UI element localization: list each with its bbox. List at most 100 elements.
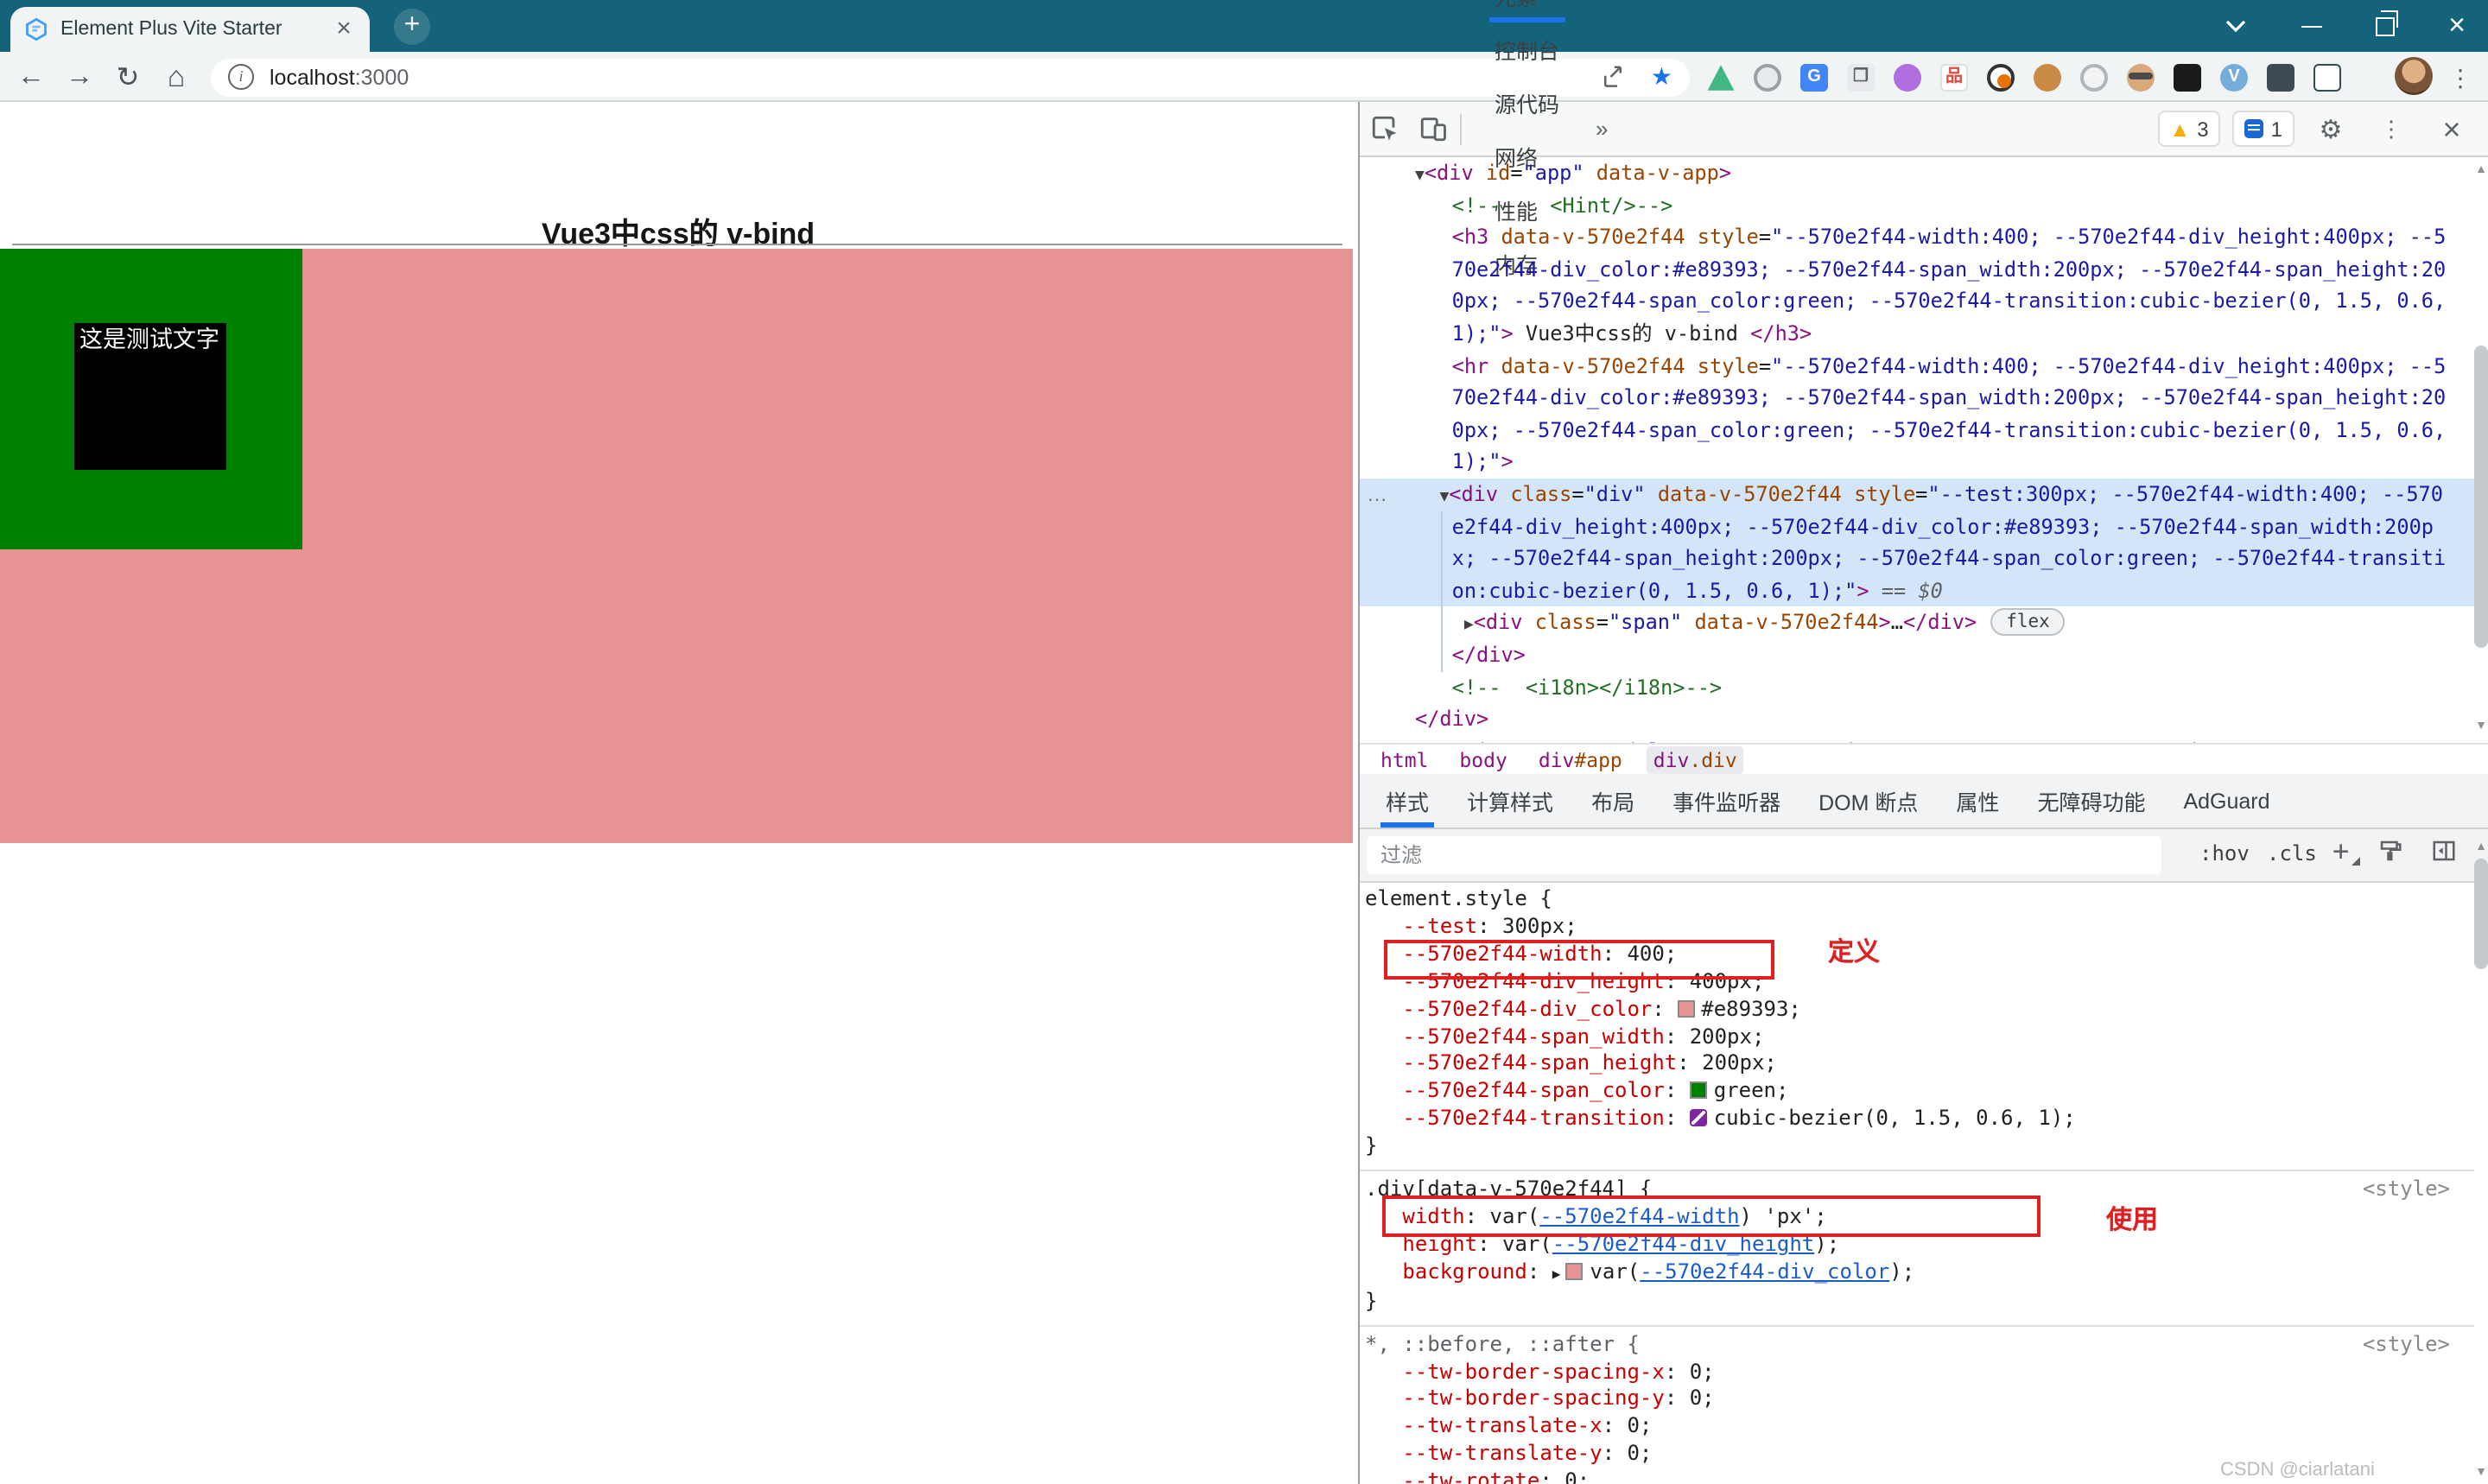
purple-extension-icon[interactable] [1894,64,1921,92]
vue-devtools-icon[interactable] [1707,65,1735,91]
bookmark-star-icon[interactable]: ★ [1651,62,1672,92]
settings-gear-icon[interactable]: ⚙ [2307,106,2355,151]
dom-tree-row[interactable]: </div> [1360,639,2488,671]
style-source-link[interactable]: <style> [2363,1331,2450,1359]
toggle-class-button[interactable]: .cls [2267,841,2317,866]
dom-tree-row[interactable]: 70e2f44-div_color:#e89393; --570e2f44-sp… [1360,254,2488,286]
style-declaration[interactable]: --tw-border-spacing-x: 0; [1365,1359,2474,1386]
devtools-close-icon[interactable]: × [2428,106,2476,151]
new-style-rule-button[interactable]: + [2332,834,2360,867]
breadcrumb-item[interactable]: html [1374,745,1435,773]
dom-tree-row[interactable]: </div> [1360,703,2488,735]
dom-tree-row[interactable]: <h3 data-v-570e2f44 style="--570e2f44-wi… [1360,221,2488,253]
styles-tab-4[interactable]: 事件监听器 [1653,774,1799,828]
style-declaration[interactable]: } [1365,1133,2474,1161]
window-restore-button[interactable] [2350,0,2419,52]
dom-tree-row[interactable]: <hr data-v-570e2f44 style="--570e2f44-wi… [1360,350,2488,382]
style-declaration[interactable]: *, ::before, ::after { [1365,1331,2474,1359]
devtools-tab-1[interactable]: 元素 [1472,0,1582,22]
profile-avatar[interactable] [2395,57,2433,95]
warnings-badge[interactable]: ▲ 3 [2157,111,2221,147]
google-translate-icon[interactable]: G [1800,64,1828,92]
style-declaration[interactable]: } [1365,1288,2474,1316]
style-declaration[interactable]: --570e2f44-transition: cubic-bezier(0, 1… [1365,1107,2474,1134]
style-rule[interactable]: element.style { --test: 300px; --570e2f4… [1360,883,2474,1172]
cookie-extension-icon[interactable] [2034,64,2061,92]
color-swatch-bez[interactable] [1689,1109,1707,1127]
style-declaration[interactable]: --tw-border-spacing-y: 0; [1365,1386,2474,1414]
dom-scroll-down-icon[interactable]: ▼ [2472,720,2488,732]
black-cube-extension-icon[interactable] [2174,64,2201,92]
react-devtools-icon[interactable] [1754,64,1781,92]
styles-filter-input[interactable] [1367,836,2161,874]
style-declaration[interactable]: --570e2f44-div_color: #e89393; [1365,996,2474,1024]
reload-button[interactable]: ↻ [107,57,149,98]
dom-row-options-icon[interactable]: … [1367,482,1389,506]
dom-tree-row[interactable]: x; --570e2f44-span_height:200px; --570e2… [1360,542,2488,575]
breadcrumb-item[interactable]: div #app [1532,745,1629,773]
style-declaration[interactable]: --tw-translate-x: 0; [1365,1414,2474,1442]
breadcrumb-item[interactable]: div .div [1646,745,1744,773]
dom-tree-row[interactable]: e2f44-div_height:400px; --570e2f44-div_c… [1360,511,2488,543]
dom-tree-row[interactable]: ▶<div class="span" data-v-570e2f44>…</di… [1360,607,2488,639]
styles-scroll-up-icon[interactable]: ▲ [2472,841,2488,853]
style-declaration[interactable]: --test: 300px; [1365,914,2474,942]
dom-tree-row[interactable]: ▼<div class="div" data-v-570e2f44 style=… [1360,478,2488,511]
styles-scrollbar-thumb[interactable] [2474,859,2488,969]
more-tabs-icon[interactable]: » [1582,102,1622,155]
puzzle-extension-icon[interactable] [2267,64,2294,92]
devtools-tab-2[interactable]: 控制台 [1472,22,1582,75]
style-declaration[interactable]: background: ▶ var(--570e2f44-div_color); [1365,1259,2474,1289]
clipboard-pages-icon[interactable]: ❐ [1847,64,1875,92]
devtools-menu-icon[interactable]: ⋮ [2367,106,2415,151]
sidebar-toggle-icon[interactable] [2431,838,2457,869]
vimium-extension-icon[interactable]: V [2220,64,2248,92]
style-declaration[interactable]: element.style { [1365,886,2474,914]
dom-tree-row[interactable]: 0px; --570e2f44-span_color:green; --570e… [1360,286,2488,318]
new-tab-button[interactable]: + [394,9,430,45]
color-swatch-pink[interactable] [1677,999,1695,1018]
rendering-brush-icon[interactable] [2377,838,2403,869]
window-close-button[interactable]: × [2422,0,2488,52]
styles-tab-3[interactable]: 布局 [1572,774,1653,828]
back-button[interactable]: ← [10,57,52,98]
styles-tab-1[interactable]: 样式 [1367,774,1448,828]
toggle-hover-state-button[interactable]: :hov [2199,841,2250,866]
dom-tree-row[interactable]: 1);"> Vue3中css的 v-bind </h3> [1360,318,2488,350]
frame-extension-icon[interactable] [2313,64,2341,92]
dom-tree-row[interactable]: ▼<div id="app" data-v-app> [1360,157,2488,189]
browser-tab[interactable]: Element Plus Vite Starter × [10,7,370,52]
style-declaration[interactable]: --570e2f44-span_color: green; [1365,1079,2474,1107]
url-text[interactable]: localhost:3000 [270,65,1601,89]
share-icon[interactable] [1601,64,1627,90]
issues-badge[interactable]: 1 [2232,111,2294,147]
dom-tree-row[interactable]: on:cubic-bezier(0, 1.5, 0.6, 1);"> == $0 [1360,574,2488,607]
styles-tab-5[interactable]: DOM 断点 [1799,774,1937,828]
recorder-extension-icon[interactable] [1987,64,2015,92]
avatar-face-extension-icon[interactable] [2127,64,2155,92]
styles-scroll-down-icon[interactable]: ▼ [2472,1467,2488,1479]
style-rule[interactable]: <style> .div[data-v-570e2f44] { width: va… [1360,1171,2474,1327]
breadcrumb-item[interactable]: body [1452,745,1514,773]
tab-search-chevron-icon[interactable] [2201,0,2270,52]
dom-scrollbar-thumb[interactable] [2474,346,2488,648]
styles-tab-8[interactable]: AdGuard [2164,774,2288,828]
sitemap-extension-icon[interactable]: 品 [1940,64,1968,92]
dom-scroll-up-icon[interactable]: ▲ [2472,164,2488,176]
styles-tab-2[interactable]: 计算样式 [1448,774,1572,828]
dom-tree-row[interactable]: <!-- <i18n></i18n>--> [1360,671,2488,703]
flex-badge[interactable]: flex [1990,608,2066,637]
style-declaration[interactable]: --570e2f44-span_width: 200px; [1365,1024,2474,1051]
home-button[interactable]: ⌂ [156,57,197,98]
devtools-tab-3[interactable]: 源代码 [1472,75,1582,129]
forward-button[interactable]: → [59,57,100,98]
dom-tree-row[interactable]: <script type="module" src="/src/main.ts?… [1360,735,2488,743]
styles-tab-7[interactable]: 无障碍功能 [2018,774,2164,828]
style-source-link[interactable]: <style> [2363,1176,2450,1204]
tab-close-icon[interactable]: × [332,16,356,41]
color-swatch-green[interactable] [1689,1081,1707,1100]
dom-tree-row[interactable]: 70e2f44-div_color:#e89393; --570e2f44-sp… [1360,382,2488,414]
browser-menu-icon[interactable]: ⋮ [2443,57,2478,98]
style-declaration[interactable]: --570e2f44-span_height: 200px; [1365,1051,2474,1079]
dom-tree-row[interactable]: 0px; --570e2f44-span_color:green; --570e… [1360,415,2488,447]
